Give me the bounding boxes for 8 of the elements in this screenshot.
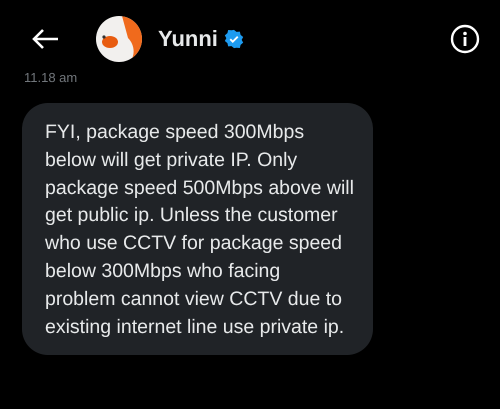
back-button[interactable] xyxy=(30,27,60,51)
message-time: 11.18 am xyxy=(24,70,78,85)
avatar-icon[interactable] xyxy=(96,16,142,62)
contact-name: Yunni xyxy=(158,26,218,52)
message-text: FYI, package speed 300Mbps below will get private IP. Only package speed 500Mbps above will get public ip. Unless the customer who use CCTV for package speed below 300Mbps who facing problem cannot view CCTV due to existing internet line use private ip. xyxy=(45,120,355,340)
info-icon xyxy=(450,24,480,54)
back-arrow-icon xyxy=(30,27,60,51)
info-button[interactable] xyxy=(450,24,480,54)
